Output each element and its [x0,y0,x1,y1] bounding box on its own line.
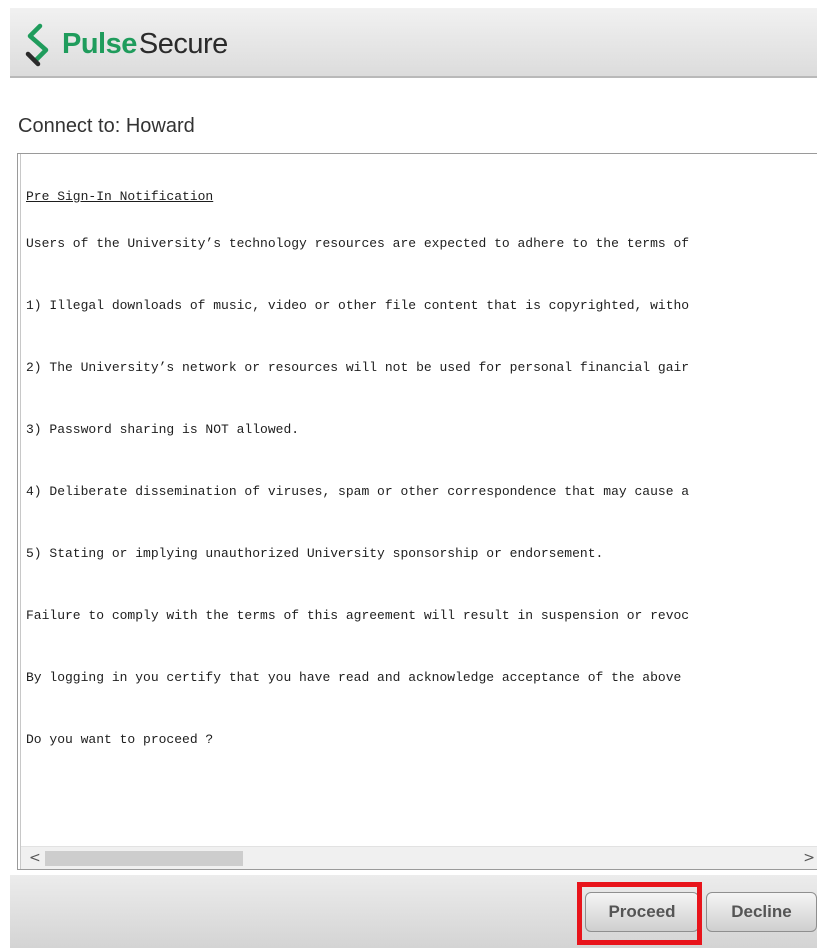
button-bar: Proceed Decline [10,875,817,948]
notification-line: By logging in you certify that you have … [26,670,682,685]
notification-line: 4) Deliberate dissemination of viruses, … [26,484,690,499]
notification-line: Failure to comply with the terms of this… [26,608,690,623]
proceed-button[interactable]: Proceed [585,892,699,932]
notification-line: 3) Password sharing is NOT allowed. [26,422,300,437]
horizontal-scrollbar[interactable]: < > [21,846,817,869]
brand-pulse: Pulse [62,28,137,60]
notification-title: Pre Sign-In Notification [26,189,214,204]
decline-button[interactable]: Decline [706,892,817,932]
scroll-left-icon[interactable]: < [29,850,41,866]
notification-content: Pre Sign-In Notification Users of the Un… [26,159,817,794]
scrollbar-thumb[interactable] [45,851,243,866]
notification-line: Users of the University’s technology res… [26,236,690,251]
notification-line: 2) The University’s network or resources… [26,360,690,375]
notification-line: Do you want to proceed ? [26,732,214,747]
scroll-right-icon[interactable]: > [803,850,815,866]
connect-label: Connect to: Howard [18,115,195,137]
pulse-secure-logo-icon [25,23,49,67]
notification-text-area[interactable]: Pre Sign-In Notification Users of the Un… [17,153,817,870]
brand-name: PulseSecure [62,28,228,60]
notification-line: 5) Stating or implying unauthorized Univ… [26,546,604,561]
brand-secure: Secure [138,28,228,60]
notification-line: 1) Illegal downloads of music, video or … [26,298,690,313]
app-header: PulseSecure [10,8,817,78]
